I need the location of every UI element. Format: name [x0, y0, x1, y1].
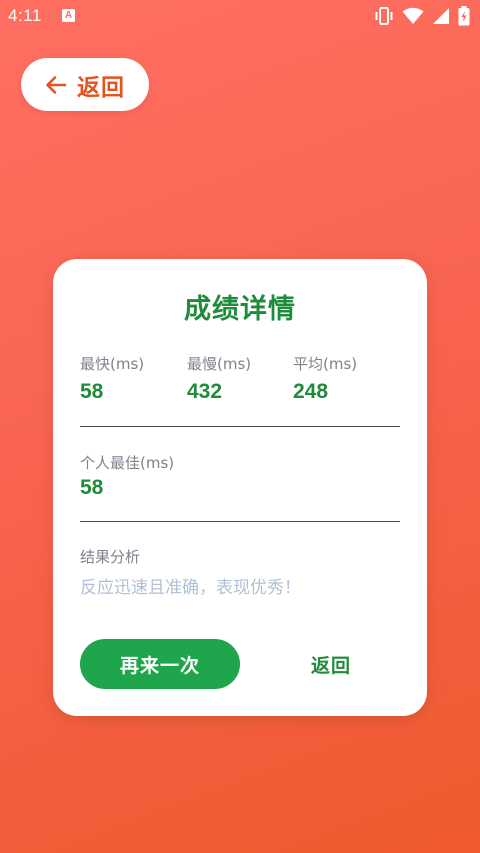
- status-icons: [374, 6, 470, 26]
- result-analysis: 结果分析 反应迅速且准确，表现优秀！: [80, 546, 301, 598]
- divider: [80, 426, 400, 427]
- personal-best: 个人最佳(ms) 58: [80, 452, 174, 500]
- stat-value: 58: [80, 380, 104, 403]
- back-button[interactable]: 返回: [21, 58, 149, 111]
- stat-label: 最快(ms): [80, 355, 145, 373]
- stat-value: 248: [293, 380, 329, 403]
- battery-charging-icon: [458, 6, 470, 26]
- stat-fastest: 最快(ms) 58: [80, 353, 144, 404]
- signal-icon: [432, 7, 450, 25]
- back-button-label: 返回: [77, 74, 125, 101]
- status-time: 4:11: [8, 6, 42, 25]
- stat-average: 平均(ms) 248: [293, 353, 357, 404]
- arrow-left-icon: [45, 74, 67, 96]
- retry-button[interactable]: 再来一次: [80, 639, 240, 689]
- stat-slowest: 最慢(ms) 432: [187, 353, 251, 404]
- card-title: 成绩详情: [184, 294, 296, 325]
- personal-best-label: 个人最佳(ms): [80, 454, 175, 472]
- result-card: 成绩详情 最快(ms) 58 最慢(ms) 432 平均(ms) 248 个人最…: [53, 259, 427, 716]
- vibrate-icon: [374, 7, 394, 25]
- wifi-icon: [402, 7, 424, 25]
- accessibility-a-icon: A: [62, 9, 75, 22]
- stat-label: 平均(ms): [293, 355, 358, 373]
- stat-value: 432: [187, 380, 223, 403]
- analysis-label: 结果分析: [80, 548, 141, 566]
- analysis-text: 反应迅速且准确，表现优秀！: [80, 578, 301, 598]
- status-bar: 4:11 A: [0, 0, 480, 32]
- personal-best-value: 58: [80, 476, 104, 499]
- divider: [80, 521, 400, 522]
- stat-label: 最慢(ms): [187, 355, 252, 373]
- return-button[interactable]: 返回: [281, 639, 381, 689]
